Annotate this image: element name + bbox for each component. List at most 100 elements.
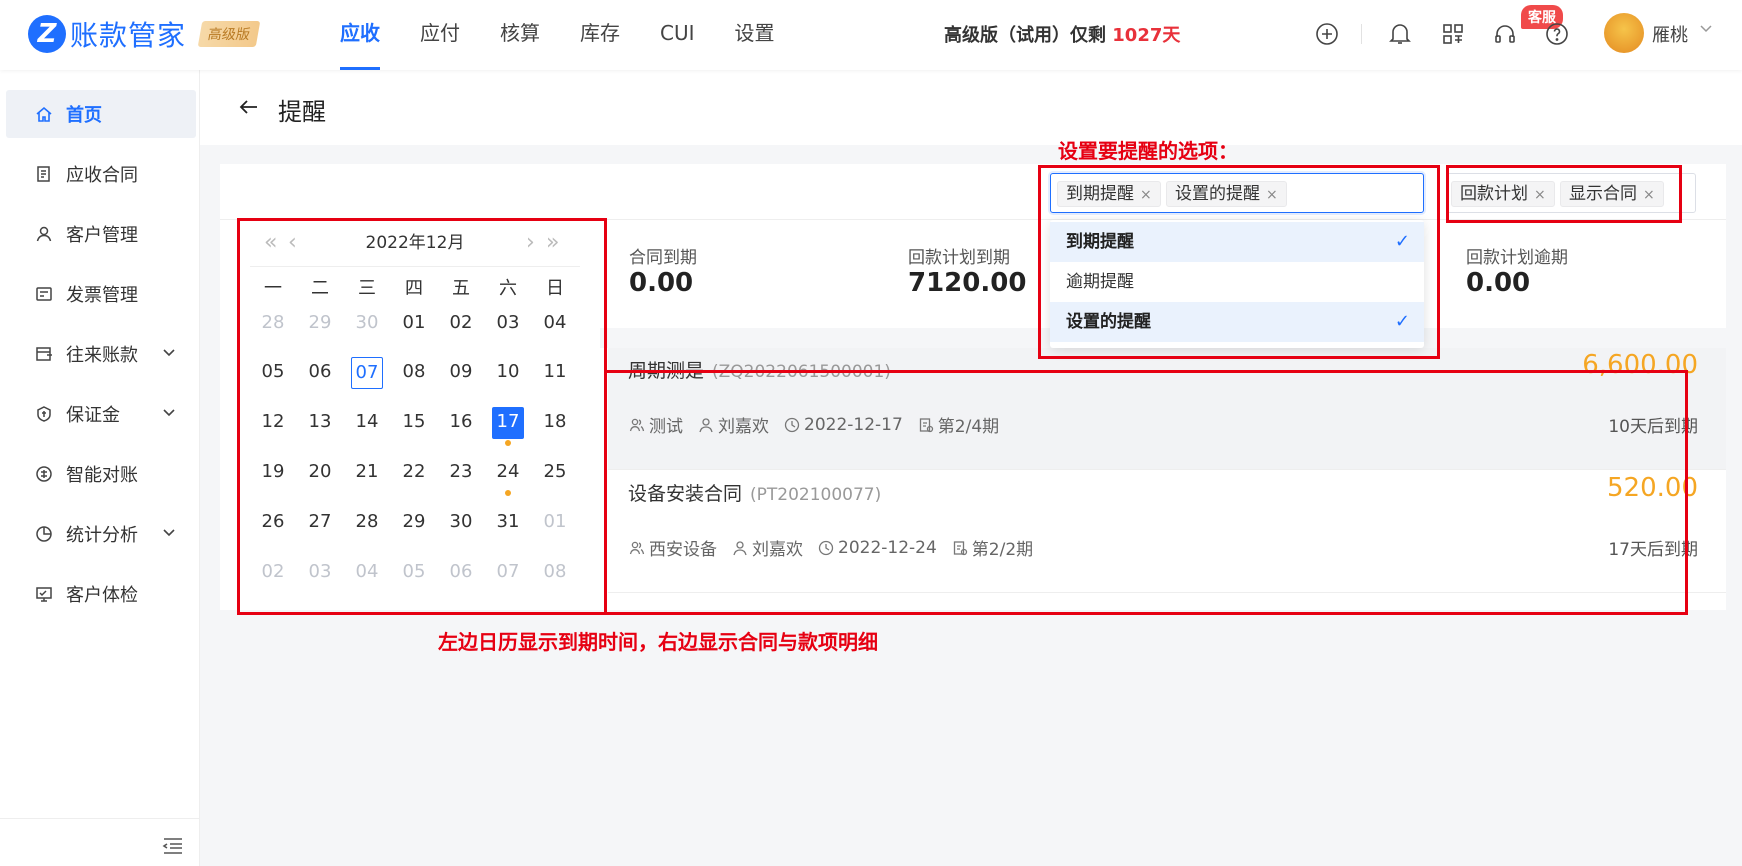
user-icon (731, 539, 749, 557)
close-icon[interactable]: × (1266, 187, 1278, 203)
option-label: 逾期提醒 (1066, 272, 1134, 292)
reminder-type-select[interactable]: 到期提醒 × 设置的提醒 × (1050, 173, 1424, 213)
help-icon[interactable] (1543, 20, 1571, 48)
add-circle-icon[interactable] (1313, 20, 1341, 48)
chevron-down-icon[interactable] (1699, 21, 1713, 39)
calendar-day[interactable]: 04 (351, 557, 383, 589)
calendar-day[interactable]: 08 (398, 357, 430, 389)
calendar-day[interactable]: 06 (445, 557, 477, 589)
calendar-day[interactable]: 28 (257, 308, 289, 340)
sidebar-item-label: 智能对账 (66, 465, 138, 486)
apps-grid-icon[interactable] (1439, 20, 1467, 48)
calendar-day[interactable]: 27 (304, 507, 336, 539)
sidebar-item-home[interactable]: 首页 (6, 90, 196, 138)
calendar-day[interactable]: 01 (398, 308, 430, 340)
close-icon[interactable]: × (1534, 187, 1546, 203)
top-header: Z 账款管家 高级版 应收 应付 核算 库存 CUI 设置 高级版（试用）仅剩 … (0, 0, 1742, 70)
collapse-menu-icon[interactable] (162, 836, 184, 856)
calendar-day[interactable]: 18 (539, 407, 571, 439)
calendar-day[interactable]: 25 (539, 457, 571, 489)
nav-payable[interactable]: 应付 (400, 0, 480, 70)
calendar-day[interactable]: 05 (257, 357, 289, 389)
nav-inventory[interactable]: 库存 (560, 0, 640, 70)
calendar-day[interactable]: 04 (539, 308, 571, 340)
bell-icon[interactable] (1386, 20, 1414, 48)
trial-prefix: 高级版（试用）仅剩 (944, 25, 1113, 46)
app-name: 账款管家 (70, 19, 187, 52)
contract-row[interactable]: 周期测是 (ZQ2022061500001) 6,600.00 测试 刘嘉欢 20… (608, 348, 1726, 470)
calendar-day[interactable]: 03 (304, 557, 336, 589)
next-year-icon[interactable]: » (546, 228, 559, 258)
calendar-day[interactable]: 14 (351, 407, 383, 439)
close-icon[interactable]: × (1643, 187, 1655, 203)
user-name[interactable]: 雁桃 (1652, 21, 1688, 47)
sidebar-item-label: 发票管理 (66, 285, 138, 306)
calendar-day[interactable]: 17 (492, 407, 524, 439)
option-custom-reminder[interactable]: 设置的提醒 ✓ (1050, 302, 1424, 342)
nav-receivable[interactable]: 应收 (320, 0, 400, 70)
calendar-day[interactable]: 05 (398, 557, 430, 589)
calendar-day[interactable]: 29 (304, 308, 336, 340)
calendar-day[interactable]: 11 (539, 357, 571, 389)
calendar-day[interactable]: 03 (492, 308, 524, 340)
calendar-day[interactable]: 02 (445, 308, 477, 340)
chevron-down-icon[interactable] (162, 345, 176, 363)
calendar-day[interactable]: 12 (257, 407, 289, 439)
panel-divider (220, 219, 1726, 220)
calendar-day[interactable]: 10 (492, 357, 524, 389)
calendar-day[interactable]: 29 (398, 507, 430, 539)
contract-row[interactable]: 设备安装合同 (PT202100077) 520.00 西安设备 刘嘉欢 2022… (608, 471, 1726, 593)
due-marker-dot (505, 440, 511, 446)
calendar-day[interactable]: 24 (492, 457, 524, 489)
calendar-day[interactable]: 26 (257, 507, 289, 539)
calendar-day[interactable]: 15 (398, 407, 430, 439)
clock-icon (783, 416, 801, 434)
calendar-day[interactable]: 19 (257, 457, 289, 489)
option-expiry-reminder[interactable]: 到期提醒 ✓ (1050, 222, 1424, 262)
sidebar-item-invoices[interactable]: 发票管理 (6, 270, 196, 318)
calendar-day[interactable]: 30 (445, 507, 477, 539)
sidebar-item-deposit[interactable]: 保证金 (6, 390, 196, 438)
calendar-day[interactable]: 20 (304, 457, 336, 489)
calendar-day[interactable]: 07 (351, 357, 383, 389)
period-icon (917, 416, 935, 434)
calendar-day[interactable]: 22 (398, 457, 430, 489)
sidebar-item-customers[interactable]: 客户管理 (6, 210, 196, 258)
back-arrow-icon[interactable] (238, 96, 260, 118)
app-logo[interactable]: Z 账款管家 高级版 (28, 14, 261, 54)
calendar-day[interactable]: 28 (351, 507, 383, 539)
next-month-icon[interactable]: › (526, 228, 535, 258)
sidebar-item-checkup[interactable]: 客户体检 (6, 570, 196, 618)
calendar-day[interactable]: 16 (445, 407, 477, 439)
sidebar-item-contracts[interactable]: 应收合同 (6, 150, 196, 198)
nav-cui[interactable]: CUI (640, 0, 715, 70)
calendar-day[interactable]: 13 (304, 407, 336, 439)
nav-settings[interactable]: 设置 (715, 0, 795, 70)
user-avatar[interactable] (1604, 13, 1644, 53)
chevron-down-icon[interactable] (162, 405, 176, 423)
headset-icon[interactable] (1491, 20, 1519, 48)
calendar-day[interactable]: 31 (492, 507, 524, 539)
calendar-day[interactable]: 06 (304, 357, 336, 389)
calendar-day[interactable]: 23 (445, 457, 477, 489)
option-overdue-reminder[interactable]: 逾期提醒 (1050, 262, 1424, 302)
customer-icon (628, 539, 646, 557)
close-icon[interactable]: × (1140, 187, 1152, 203)
calendar-day[interactable]: 09 (445, 357, 477, 389)
tag-label: 到期提醒 (1066, 184, 1134, 204)
sidebar-item-reconcile[interactable]: 智能对账 (6, 450, 196, 498)
calendar-day[interactable]: 08 (539, 557, 571, 589)
sidebar-item-ledger[interactable]: 往来账款 (6, 330, 196, 378)
calendar-day[interactable]: 30 (351, 308, 383, 340)
chevron-down-icon[interactable] (162, 525, 176, 543)
display-options-select[interactable]: 回款计划 × 显示合同 × (1446, 173, 1696, 213)
clock-icon (817, 539, 835, 557)
calendar-day[interactable]: 01 (539, 507, 571, 539)
calendar-day[interactable]: 07 (492, 557, 524, 589)
calendar-day[interactable]: 02 (257, 557, 289, 589)
nav-accounting[interactable]: 核算 (480, 0, 560, 70)
calendar-day[interactable]: 21 (351, 457, 383, 489)
tag-show-contract: 显示合同 × (1560, 181, 1664, 207)
sidebar-item-analytics[interactable]: 统计分析 (6, 510, 196, 558)
contract-owner: 刘嘉欢 (718, 417, 769, 437)
